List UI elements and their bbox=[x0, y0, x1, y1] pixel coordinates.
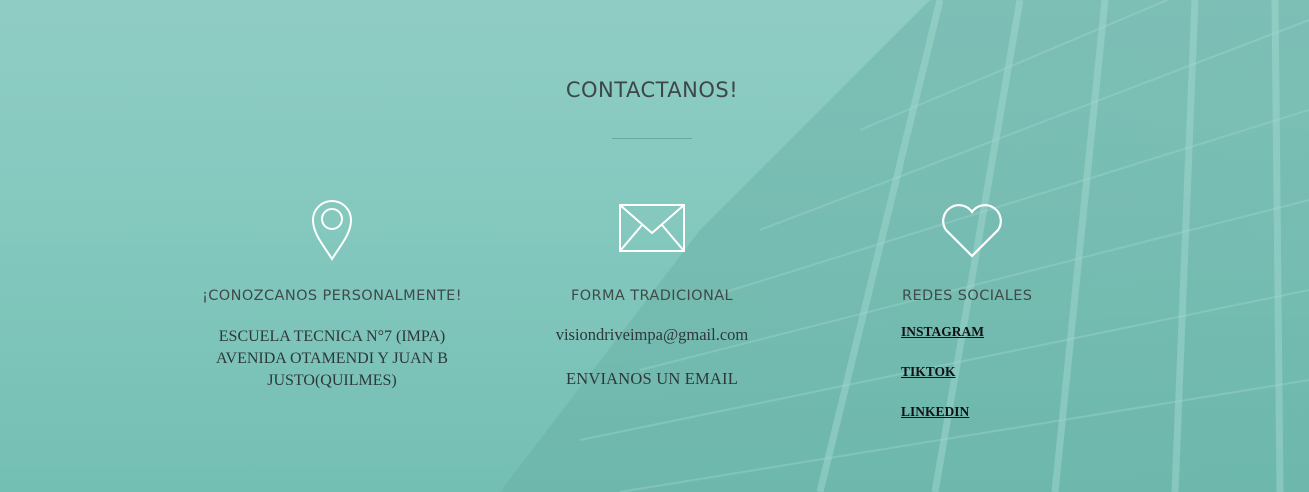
instagram-link[interactable]: INSTAGRAM bbox=[901, 324, 1201, 364]
location-icon-wrap bbox=[172, 195, 492, 263]
social-heading: REDES SOCIALES bbox=[902, 288, 1033, 304]
tiktok-link[interactable]: TIKTOK bbox=[901, 364, 1201, 404]
location-heading: ¡CONOZCANOS PERSONALMENTE! bbox=[202, 288, 462, 304]
envelope-icon bbox=[619, 204, 685, 252]
social-icon-wrap bbox=[901, 195, 1201, 263]
linkedin-link[interactable]: LINKEDIN bbox=[901, 404, 1201, 444]
section-title: CONTACTANOS! bbox=[565, 78, 739, 102]
heart-icon bbox=[942, 204, 1002, 258]
address-line: JUSTO(QUILMES) bbox=[267, 372, 397, 389]
send-email-link[interactable]: ENVIANOS UN EMAIL bbox=[492, 369, 812, 389]
social-column: REDES SOCIALES INSTAGRAM TIKTOK LINKEDIN bbox=[901, 195, 1201, 444]
email-column: FORMA TRADICIONAL visiondriveimpa@gmail.… bbox=[492, 195, 812, 389]
social-links: INSTAGRAM TIKTOK LINKEDIN bbox=[901, 324, 1201, 444]
contact-section: CONTACTANOS! ¡CONOZCANOS PERSONALMENTE! … bbox=[0, 0, 1309, 492]
map-pin-icon bbox=[311, 200, 353, 261]
email-address[interactable]: visiondriveimpa@gmail.com bbox=[492, 325, 812, 345]
email-heading: FORMA TRADICIONAL bbox=[570, 288, 734, 304]
title-divider bbox=[612, 138, 692, 139]
address-text: ESCUELA TECNICA N°7 (IMPA) AVENIDA OTAME… bbox=[197, 326, 467, 392]
address-line: ESCUELA TECNICA N°7 (IMPA) bbox=[218, 328, 446, 345]
email-icon-wrap bbox=[492, 195, 812, 263]
address-line: AVENIDA OTAMENDI Y JUAN B bbox=[216, 350, 448, 367]
location-column: ¡CONOZCANOS PERSONALMENTE! ESCUELA TECNI… bbox=[172, 195, 492, 392]
